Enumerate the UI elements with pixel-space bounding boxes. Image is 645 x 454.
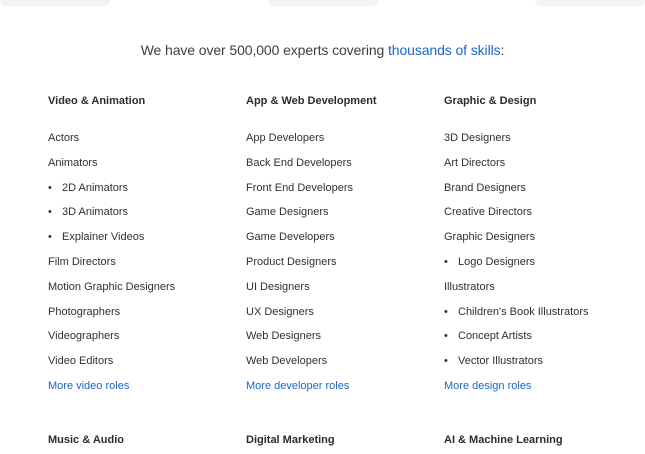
- role-label: Photographers: [48, 305, 121, 318]
- role-link-app-developers[interactable]: App Developers: [246, 131, 444, 145]
- category-column-graphic-design: Graphic & Design 3D Designers Art Director…: [444, 94, 642, 404]
- role-label: Concept Artists: [458, 330, 532, 343]
- role-link-front-end-developers[interactable]: Front End Developers: [246, 181, 444, 195]
- role-label: Motion Graphic Designers: [48, 280, 176, 293]
- role-label: Vector Illustrators: [458, 355, 543, 368]
- role-label: Game Designers: [246, 206, 329, 219]
- more-roles-link[interactable]: More video roles: [48, 379, 246, 393]
- role-link-logo-designers[interactable]: • Logo Designers: [444, 255, 642, 269]
- role-link-concept-artists[interactable]: • Concept Artists: [444, 329, 642, 343]
- role-link-web-designers[interactable]: Web Designers: [246, 329, 444, 343]
- category-title: Video & Animation: [48, 95, 146, 107]
- role-label: App Developers: [246, 132, 325, 144]
- role-link-web-developers[interactable]: Web Developers: [246, 354, 444, 368]
- role-label: Actors: [48, 132, 80, 144]
- bullet-icon: •: [444, 255, 448, 268]
- role-link-3d-designers[interactable]: 3D Designers: [444, 131, 642, 145]
- role-label: 3D Designers: [444, 132, 511, 144]
- role-label: Web Designers: [246, 330, 321, 343]
- role-link-video-editors[interactable]: Video Editors: [48, 354, 246, 368]
- bullet-icon: •: [444, 330, 448, 343]
- top-scroll-fade: [0, 0, 645, 8]
- more-roles-link[interactable]: More design roles: [444, 379, 642, 393]
- role-label: Explainer Videos: [62, 231, 145, 244]
- role-link-actors[interactable]: Actors: [48, 131, 246, 145]
- role-link-art-directors[interactable]: Art Directors: [444, 156, 642, 170]
- category-column-video-animation: Video & Animation Actors Animators • 2D Anim…: [48, 94, 246, 404]
- role-label: Children's Book Illustrators: [458, 305, 589, 318]
- role-link-motion-graphic-designers[interactable]: Motion Graphic Designers: [48, 280, 246, 294]
- role-label: Game Developers: [246, 231, 335, 244]
- role-label: Logo Designers: [458, 255, 536, 268]
- bullet-icon: •: [444, 355, 448, 368]
- role-label: Videographers: [48, 330, 120, 343]
- category-title-digital-marketing: Digital Marketing: [246, 434, 335, 446]
- top-fade-center: [267, 0, 378, 6]
- role-link-animators[interactable]: Animators: [48, 156, 246, 170]
- role-label: UI Designers: [246, 280, 310, 293]
- role-list: Actors Animators • 2D Animators • 3D Animator…: [48, 131, 246, 393]
- category-title-ai-machine-learning: AI & Machine Learning: [444, 434, 563, 446]
- skills-category-grid: Video & Animation Actors Animators • 2D Anim…: [48, 94, 642, 404]
- bullet-icon: •: [444, 305, 448, 318]
- category-column-app-web-development: App & Web Development App Developers Back …: [246, 94, 444, 404]
- bullet-icon: •: [48, 181, 52, 194]
- role-link-game-developers[interactable]: Game Developers: [246, 230, 444, 244]
- role-label: Video Editors: [48, 355, 114, 368]
- role-label: 3D Animators: [62, 206, 129, 219]
- top-fade-right: [535, 0, 645, 6]
- role-label: Graphic Designers: [444, 231, 536, 244]
- role-link-2d-animators[interactable]: • 2D Animators: [48, 181, 246, 195]
- role-link-children-s-book-illustrators[interactable]: • Children's Book Illustrators: [444, 305, 642, 319]
- thousands-of-skills-link[interactable]: thousands of skills: [388, 42, 501, 58]
- category-title: Graphic & Design: [444, 95, 537, 107]
- role-label: Front End Developers: [246, 181, 353, 194]
- role-link-ux-designers[interactable]: UX Designers: [246, 305, 444, 319]
- bullet-icon: •: [48, 231, 52, 244]
- role-label: Product Designers: [246, 255, 337, 268]
- role-label: UX Designers: [246, 305, 314, 318]
- skills-headline: We have over 500,000 experts covering th…: [0, 42, 645, 58]
- role-label: Brand Designers: [444, 181, 526, 194]
- role-list: 3D Designers Art Directors Brand Designers…: [444, 131, 642, 393]
- role-label: Web Developers: [246, 355, 328, 368]
- top-fade-left: [0, 0, 110, 6]
- role-link-back-end-developers[interactable]: Back End Developers: [246, 156, 444, 170]
- bullet-icon: •: [48, 206, 52, 219]
- role-label: Creative Directors: [444, 206, 533, 219]
- category-title: App & Web Development: [246, 95, 377, 107]
- headline-suffix: :: [500, 42, 505, 58]
- role-link-film-directors[interactable]: Film Directors: [48, 255, 246, 269]
- role-link-explainer-videos[interactable]: • Explainer Videos: [48, 230, 246, 244]
- role-link-graphic-designers[interactable]: Graphic Designers: [444, 230, 642, 244]
- role-list: App Developers Back End Developers Front E…: [246, 131, 444, 393]
- role-link-illustrators[interactable]: Illustrators: [444, 280, 642, 294]
- role-link-product-designers[interactable]: Product Designers: [246, 255, 444, 269]
- role-link-ui-designers[interactable]: UI Designers: [246, 280, 444, 294]
- next-categories-row: Music & Audio Digital Marketing AI & Mac…: [48, 433, 642, 447]
- role-label: 2D Animators: [62, 181, 129, 194]
- role-link-photographers[interactable]: Photographers: [48, 305, 246, 319]
- category-title-music-audio: Music & Audio: [48, 434, 124, 446]
- role-link-3d-animators[interactable]: • 3D Animators: [48, 205, 246, 219]
- role-link-vector-illustrators[interactable]: • Vector Illustrators: [444, 354, 642, 368]
- role-link-videographers[interactable]: Videographers: [48, 329, 246, 343]
- role-label: Film Directors: [48, 255, 116, 268]
- headline-prefix: We have over 500,000 experts covering: [140, 42, 388, 58]
- role-label: Back End Developers: [246, 156, 352, 169]
- role-link-brand-designers[interactable]: Brand Designers: [444, 181, 642, 195]
- role-label: Animators: [48, 156, 98, 169]
- role-label: Art Directors: [444, 156, 506, 169]
- role-link-game-designers[interactable]: Game Designers: [246, 205, 444, 219]
- role-label: Illustrators: [444, 280, 495, 293]
- more-roles-link[interactable]: More developer roles: [246, 379, 444, 393]
- role-link-creative-directors[interactable]: Creative Directors: [444, 205, 642, 219]
